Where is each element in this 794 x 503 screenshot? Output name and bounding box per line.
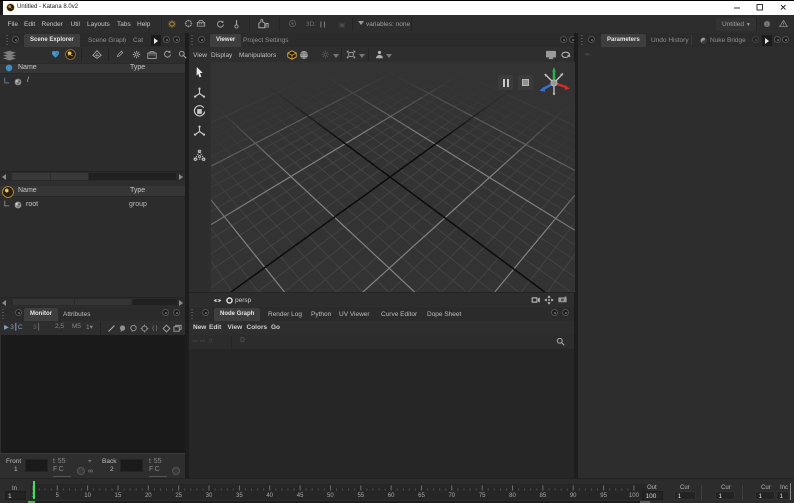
svg-text:25: 25 bbox=[175, 493, 182, 499]
svg-text:10: 10 bbox=[84, 493, 91, 499]
svg-text:60: 60 bbox=[388, 493, 395, 499]
svg-text:55: 55 bbox=[357, 493, 364, 499]
svg-text:75: 75 bbox=[479, 493, 486, 499]
svg-text:35: 35 bbox=[236, 493, 243, 499]
svg-text:30: 30 bbox=[206, 493, 213, 499]
svg-text:50: 50 bbox=[327, 493, 334, 499]
svg-text:90: 90 bbox=[570, 493, 577, 499]
svg-text:70: 70 bbox=[448, 493, 455, 499]
svg-text:20: 20 bbox=[145, 493, 152, 499]
svg-text:85: 85 bbox=[540, 493, 547, 499]
svg-text:80: 80 bbox=[509, 493, 516, 499]
svg-text:65: 65 bbox=[418, 493, 425, 499]
svg-text:40: 40 bbox=[266, 493, 273, 499]
svg-text:95: 95 bbox=[600, 493, 607, 499]
svg-text:100: 100 bbox=[629, 493, 640, 499]
svg-text:15: 15 bbox=[115, 493, 122, 499]
svg-text:45: 45 bbox=[297, 493, 304, 499]
